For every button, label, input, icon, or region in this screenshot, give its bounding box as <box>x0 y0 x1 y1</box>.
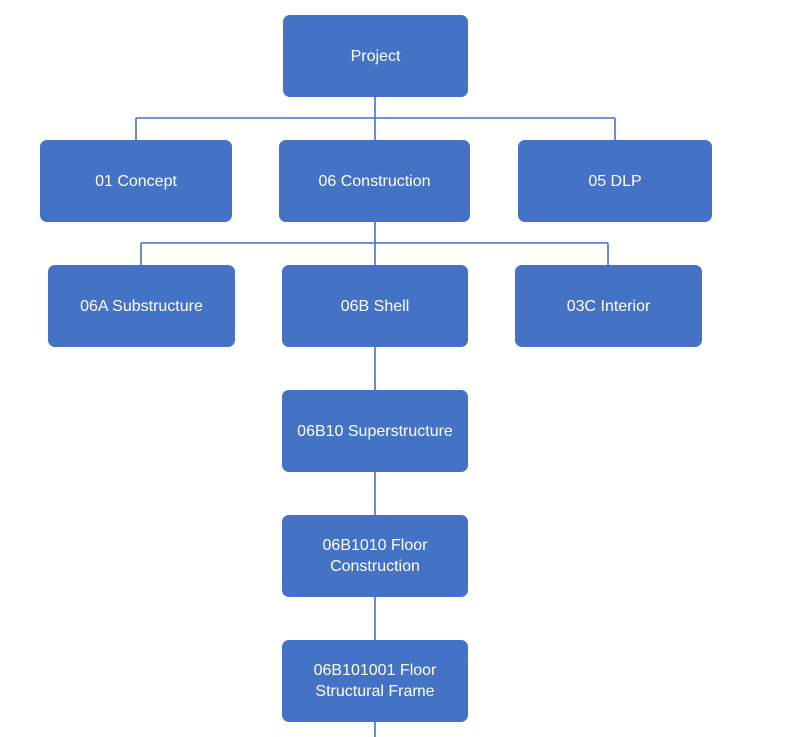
node-interior: 03C Interior <box>515 265 702 347</box>
node-project: Project <box>283 15 468 97</box>
node-shell: 06B Shell <box>282 265 468 347</box>
node-floor-construction: 06B1010 Floor Construction <box>282 515 468 597</box>
node-dlp: 05 DLP <box>518 140 712 222</box>
node-floor-structural-frame: 06B101001 Floor Structural Frame <box>282 640 468 722</box>
node-superstructure: 06B10 Superstructure <box>282 390 468 472</box>
node-construction: 06 Construction <box>279 140 470 222</box>
connectors <box>135 97 616 737</box>
node-substructure: 06A Substructure <box>48 265 235 347</box>
node-concept: 01 Concept <box>40 140 232 222</box>
